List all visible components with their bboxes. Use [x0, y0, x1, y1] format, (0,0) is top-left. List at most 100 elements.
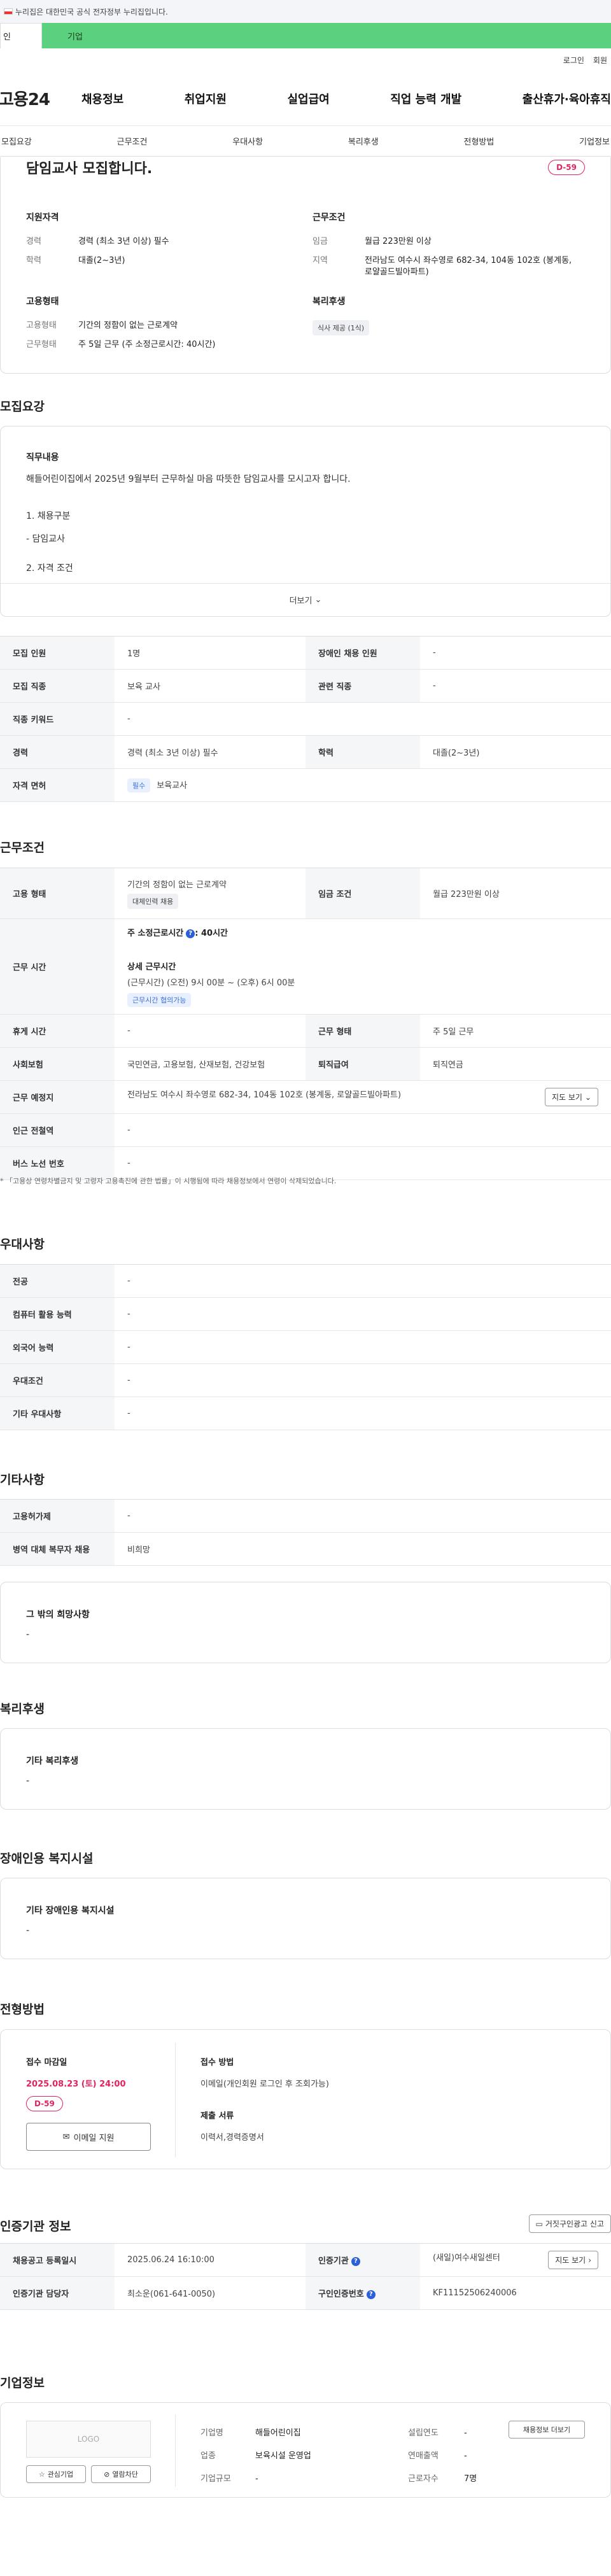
help-icon[interactable]: ?: [366, 2290, 376, 2299]
duty-list-1: 1. 채용구분: [26, 511, 71, 521]
cert-org-label: 인증기관: [318, 2256, 349, 2266]
tab-work[interactable]: 근무조건: [116, 135, 149, 147]
etc-title: 기타사항: [0, 1473, 45, 1487]
cell-value: 대졸(2~3년): [420, 735, 611, 769]
dday-badge: D-59: [548, 160, 585, 175]
company-card: LOGO ☆ 관심기업 ⊘ 열람차단 기업명 해들어린이집 설립연도 - 업종 보육시설 운…: [0, 2402, 611, 2498]
duty-list-2: 2. 자격 조건: [26, 563, 73, 574]
tab-personal[interactable]: 인: [0, 23, 42, 48]
help-icon[interactable]: ?: [351, 2256, 360, 2266]
time-detail: (근무시간) (오전) 9시 00분 ~ (오후) 6시 00분: [127, 978, 295, 988]
label: 학력: [26, 256, 41, 265]
cell-label: 구인인증번호?: [306, 2276, 420, 2310]
gnb-item-leave[interactable]: 출산휴가·육아휴직: [523, 90, 611, 107]
cell-label: 인증기관?: [306, 2243, 420, 2277]
label: 기업규모: [200, 2474, 231, 2484]
gov-notice-text: 누리집은 대한민국 공식 전자정부 누리집입니다.: [15, 7, 168, 17]
value: 월급 223만원 이상: [365, 237, 432, 246]
duty-heading: 직무내용: [26, 453, 59, 463]
table-row: 모집 직종 보육 교사 관련 직종 -: [0, 669, 611, 703]
table-row: 자격 면허 필수 보육교사: [0, 768, 611, 802]
label: 근로자수: [408, 2474, 439, 2484]
cell-value: -: [115, 1146, 611, 1180]
cell-value: 최소운(061-641-0050): [115, 2276, 306, 2310]
company-title: 기업정보: [0, 2376, 45, 2390]
tab-process[interactable]: 전형방법: [463, 135, 496, 147]
welfare-chip: 식사 제공 (1식): [313, 320, 370, 335]
pref-title: 우대사항: [0, 1237, 45, 1251]
email-apply-button[interactable]: ✉ 이메일 지원: [26, 2123, 151, 2151]
tab-recruit[interactable]: 모집요강: [0, 135, 33, 147]
method-heading: 접수 방법: [200, 2058, 234, 2067]
cell-label: 우대조건: [0, 1363, 115, 1397]
cell-value: -: [115, 1499, 611, 1533]
section-tabs: 모집요강 근무조건 우대사항 복리후생 전형방법 기업정보: [0, 126, 611, 157]
chevron-down-icon: ⌄: [584, 1092, 591, 1102]
docs-heading: 제출 서류: [200, 2111, 234, 2121]
cert-map-label: 지도 보기: [555, 2256, 586, 2265]
gnb-item-unemployment[interactable]: 실업급여: [288, 90, 330, 107]
time-hours: : 40시간: [195, 929, 228, 938]
cell-value: 월급 223만원 이상: [420, 868, 611, 919]
chevron-right-icon: ›: [588, 2255, 591, 2265]
disabled-card: 기타 장애인용 복지시설 -: [0, 1878, 611, 1959]
cert-map-button[interactable]: 지도 보기 ›: [548, 2251, 598, 2269]
condition-block: 근무조건 임금 월급 223만원 이상 지역 전라남도 여수시 좌수영로 682-3…: [313, 211, 580, 286]
gnb-item-training[interactable]: 직업 능력 개발: [390, 90, 461, 107]
etc-table: 고용허가제 - 병역 대체 복무자 채용 비희망: [0, 1499, 611, 1566]
label: 기업명: [200, 2428, 223, 2438]
flag-icon: [4, 8, 13, 15]
cell-label: 근무 시간: [0, 918, 115, 1015]
more-label: 더보기: [289, 596, 313, 606]
cell-label: 경력: [0, 735, 115, 769]
block-label: 열람차단: [112, 2470, 138, 2479]
tab-pref[interactable]: 우대사항: [231, 135, 264, 147]
join-link[interactable]: 회원: [593, 55, 607, 66]
value: 전라남도 여수시 좌수영로 682-34, 104동 102호 (봉계동, 로얄…: [365, 256, 572, 277]
cell-label: 근무 형태: [306, 1014, 420, 1048]
table-row: 모집 인원 1명 장애인 채용 인원 -: [0, 636, 611, 670]
recruit-table: 모집 인원 1명 장애인 채용 인원 - 모집 직종 보육 교사 관련 직종 - 직종 키워…: [0, 636, 611, 802]
tab-company[interactable]: 기업: [42, 23, 611, 48]
report-label: 거짓구인광고 신고: [545, 2220, 604, 2228]
more-button[interactable]: 더보기 ⌄: [1, 583, 610, 616]
value: 경력 (최소 3년 이상) 필수: [78, 237, 169, 246]
etc-wish-card: 그 밖의 희망사항 -: [0, 1582, 611, 1663]
help-icon[interactable]: ?: [186, 929, 195, 938]
chevron-down-icon: ⌄: [314, 595, 322, 605]
email-apply-label: 이메일 지원: [73, 2133, 115, 2143]
interest-button[interactable]: ☆ 관심기업: [26, 2465, 86, 2483]
table-row: 기타 우대사항 -: [0, 1397, 611, 1430]
time-week: 주 소정근로시간: [127, 929, 184, 938]
site-logo[interactable]: 고용24: [0, 87, 81, 110]
label: 경력: [26, 237, 41, 246]
job-title: 담임교사 모집합니다.: [26, 161, 153, 177]
report-fake-ad-button[interactable]: ▭ 거짓구인광고 신고: [528, 2214, 611, 2233]
gnb-item-employment-support[interactable]: 취업지원: [185, 90, 227, 107]
login-link[interactable]: 로그인: [563, 55, 584, 66]
map-button[interactable]: 지도 보기 ⌄: [544, 1088, 598, 1106]
welfare-heading: 복리후생: [313, 297, 346, 307]
company-recruit-button[interactable]: 채용정보 더보기: [509, 2421, 585, 2439]
etc-wish-heading: 그 밖의 희망사항: [26, 1610, 90, 1620]
cell-label: 자격 면허: [0, 768, 115, 802]
deadline-value: 2025.08.23 (토) 24:00: [26, 2080, 126, 2089]
cell-value: 주 5일 근무: [420, 1014, 611, 1048]
label: 지역: [313, 256, 328, 265]
table-row: 경력 경력 (최소 3년 이상) 필수 학력 대졸(2~3년): [0, 735, 611, 769]
cell-value: 보육 교사: [115, 669, 306, 703]
tab-company[interactable]: 기업정보: [578, 135, 611, 147]
cert-org-value: (새일)여수새일센터: [433, 2253, 500, 2263]
label: 설립연도: [408, 2428, 439, 2438]
block-button[interactable]: ⊘ 열람차단: [91, 2465, 151, 2483]
required-badge: 필수: [127, 778, 151, 792]
table-row: 우대조건 -: [0, 1363, 611, 1397]
welfare-title: 복리후생: [0, 1702, 45, 1716]
cert-no-label: 구인인증번호: [318, 2290, 364, 2299]
value: -: [255, 2474, 258, 2484]
star-icon: ☆: [38, 2470, 45, 2479]
table-row: 휴게 시간 - 근무 형태 주 5일 근무: [0, 1014, 611, 1048]
tab-welfare[interactable]: 복리후생: [347, 135, 380, 147]
employ-block: 고용형태 고용형태 기간의 정함이 없는 근로계약 근무형태 주 5일 근무 (주 …: [26, 295, 293, 358]
gnb-item-jobs[interactable]: 채용정보: [81, 90, 123, 107]
